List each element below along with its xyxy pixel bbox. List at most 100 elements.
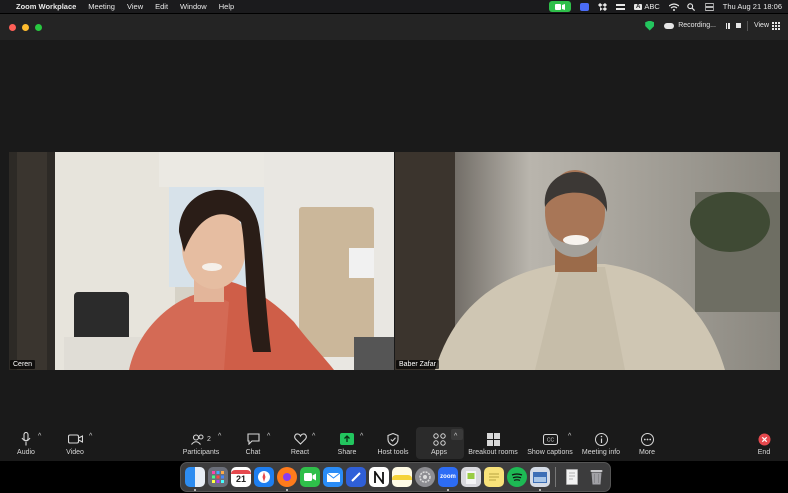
minimize-window-button[interactable] [22,23,29,31]
participants-count: 2 [207,435,211,443]
react-options-caret-icon[interactable]: ^ [312,433,315,440]
video-tile-ceren[interactable]: Ceren [9,152,394,370]
chat-label: Chat [245,449,261,456]
preview-icon[interactable] [461,467,481,487]
spotify-icon[interactable] [507,467,527,487]
share-button[interactable]: Share [334,411,360,456]
participant-name-tag: Ceren [10,360,36,369]
show-captions-button[interactable]: CC Show captions [526,411,574,456]
input-source-label: ABC [644,2,660,11]
end-label: End [757,449,771,456]
video-tile-baber-zafar[interactable]: Baber Zafar [395,152,780,370]
video-button[interactable]: Video [61,411,89,456]
participants-button[interactable]: 2 Participants [181,411,221,456]
breakout-rooms-button[interactable]: Breakout rooms [467,411,519,456]
facetime-icon[interactable] [300,467,320,487]
finder-icon[interactable] [185,467,205,487]
audio-options-caret-icon[interactable]: ^ [38,433,41,440]
chat-bubble-icon [246,430,260,448]
more-button[interactable]: More [634,411,660,456]
launchpad-icon[interactable] [208,467,228,487]
captions-options-caret-icon[interactable]: ^ [568,433,571,440]
heart-icon [293,430,307,448]
menubar-clock[interactable]: Thu Aug 21 18:06 [723,2,782,11]
zoom-dock-label: zoom [440,474,456,480]
macos-dock: 21 zoom [180,462,611,492]
end-meeting-button[interactable]: End [752,411,776,456]
pause-recording-icon[interactable] [725,22,730,29]
share-options-caret-icon[interactable]: ^ [360,433,363,440]
notes-icon[interactable] [392,467,412,487]
breakout-rooms-icon [486,430,500,448]
apps-label: Apps [431,449,447,456]
mail-icon[interactable] [323,467,343,487]
zoom-icon[interactable]: zoom [438,467,458,487]
system-settings-icon[interactable] [415,467,435,487]
cloud-recording-icon [664,22,675,29]
firefox-icon[interactable] [277,467,297,487]
apps-options-caret-icon[interactable]: ^ [454,433,457,440]
dropbox-icon[interactable] [598,2,608,11]
participant-name-tag: Baber Zafar [396,360,439,369]
trash-icon[interactable] [586,467,606,487]
recording-label: Recording... [678,22,716,29]
screen-share-status-icon[interactable] [580,2,590,11]
menu-view[interactable]: View [127,2,143,11]
close-window-button[interactable] [9,23,16,31]
control-center-icon[interactable] [704,2,715,11]
window-titlebar: Recording... View [0,14,788,40]
share-label: Share [337,449,357,456]
fullscreen-window-button[interactable] [35,23,42,31]
spotlight-search-icon[interactable] [687,2,696,11]
window-controls [9,23,42,31]
apps-icon [432,430,446,448]
menu-help[interactable]: Help [219,2,234,11]
calendar-day: 21 [235,474,246,484]
svg-text:CC: CC [546,437,554,443]
control-icon[interactable] [616,3,626,11]
react-label: React [290,449,310,456]
menu-edit[interactable]: Edit [155,2,168,11]
show-captions-label: Show captions [527,449,573,456]
app-menu[interactable]: Zoom Workplace [16,2,76,11]
video-stage: Ceren Baber Zafar [0,40,788,411]
audio-label: Audio [17,449,35,456]
calendar-icon[interactable]: 21 [231,467,251,487]
end-meeting-icon [758,430,771,448]
screenshot-icon[interactable] [530,467,550,487]
document-icon[interactable] [562,467,582,487]
wifi-icon[interactable] [668,2,680,11]
zoom-running-indicator [447,489,449,491]
security-shield-icon[interactable] [645,20,655,31]
zoom-status-icon[interactable] [549,1,572,12]
view-button[interactable]: View [753,21,780,30]
more-options-icon [640,430,654,448]
share-screen-icon [340,430,354,448]
stickies-icon[interactable] [484,467,504,487]
gallery-grid-icon [772,21,780,30]
screenshot-running-indicator [539,489,541,491]
chat-button[interactable]: Chat [241,411,265,456]
notes-header [392,474,412,480]
participant-video-baber-zafar [395,152,780,370]
participants-options-caret-icon[interactable]: ^ [218,433,221,440]
meeting-info-button[interactable]: Meeting info [581,411,621,456]
video-options-caret-icon[interactable]: ^ [89,433,92,440]
closed-captions-icon: CC [542,430,558,448]
safari-icon[interactable] [254,467,274,487]
participant-video-ceren [9,152,394,370]
host-tools-button[interactable]: Host tools [375,411,411,456]
participants-icon: 2 [191,430,211,448]
stop-recording-icon[interactable] [735,23,741,28]
info-icon [594,430,608,448]
view-label: View [753,22,769,29]
notion-icon[interactable] [369,467,389,487]
chat-options-caret-icon[interactable]: ^ [267,433,270,440]
audio-button[interactable]: Audio [12,411,40,456]
input-source[interactable]: A ABC [634,2,660,11]
apps-button[interactable]: Apps [426,411,452,456]
react-button[interactable]: React [287,411,313,456]
menu-window[interactable]: Window [180,2,207,11]
menu-meeting[interactable]: Meeting [88,2,115,11]
xcode-icon[interactable] [346,467,366,487]
